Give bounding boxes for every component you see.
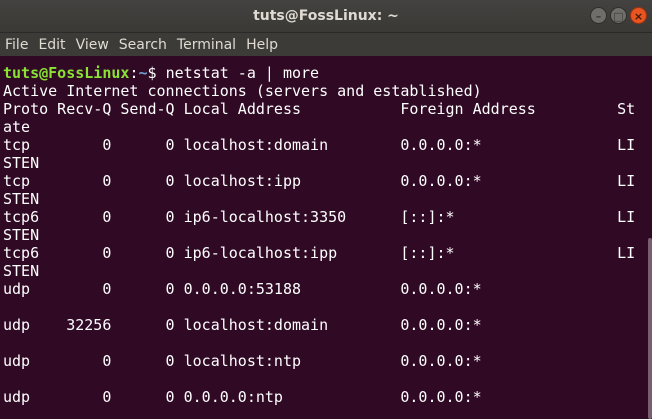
- prompt-user: tuts@FossLinux: [3, 64, 130, 82]
- output-line: STEN: [3, 190, 40, 208]
- output-line: udp 32256 0 localhost:domain 0.0.0.0:*: [3, 316, 482, 334]
- output-line: tcp6 0 0 ip6-localhost:ipp [::]:* LI: [3, 244, 636, 262]
- minimize-button[interactable]: –: [590, 7, 607, 24]
- menu-view[interactable]: View: [76, 37, 109, 53]
- output-line: tcp 0 0 localhost:domain 0.0.0.0:* LI: [3, 136, 636, 154]
- prompt-line: tuts@FossLinux:~$ netstat -a | more: [3, 64, 640, 82]
- prompt-path: ~: [138, 64, 148, 82]
- prompt-symbol: $: [147, 64, 166, 82]
- window-title: tuts@FossLinux: ~: [253, 8, 399, 24]
- output-line: Proto Recv-Q Send-Q Local Address Foreig…: [3, 100, 636, 118]
- output-line: udp 0 0 0.0.0.0:ntp 0.0.0.0:*: [3, 388, 482, 406]
- menu-edit[interactable]: Edit: [38, 37, 65, 53]
- terminal-output[interactable]: tuts@FossLinux:~$ netstat -a | more Acti…: [3, 64, 640, 419]
- output-line: STEN: [3, 262, 40, 280]
- output-line: tcp 0 0 localhost:ipp 0.0.0.0:* LI: [3, 172, 636, 190]
- window-controls: – □ ×: [590, 7, 647, 24]
- output-line: ate: [3, 118, 31, 136]
- menu-terminal[interactable]: Terminal: [177, 37, 236, 53]
- output-line: STEN: [3, 154, 40, 172]
- output-line: STEN: [3, 226, 40, 244]
- output-line: Active Internet connections (servers and…: [3, 82, 482, 100]
- output-line: udp 0 0 localhost:ntp 0.0.0.0:*: [3, 352, 482, 370]
- menu-bar: File Edit View Search Terminal Help: [0, 33, 652, 56]
- scrollbar-thumb[interactable]: [648, 238, 652, 419]
- menu-help[interactable]: Help: [246, 37, 278, 53]
- output-line: udp 0 0 0.0.0.0:53188 0.0.0.0:*: [3, 280, 482, 298]
- terminal-window: tuts@FossLinux: ~ – □ × File Edit View S…: [0, 0, 652, 419]
- command-text: netstat -a | more: [165, 64, 320, 82]
- title-bar[interactable]: tuts@FossLinux: ~ – □ ×: [0, 0, 652, 33]
- maximize-button[interactable]: □: [610, 7, 627, 24]
- menu-file[interactable]: File: [5, 37, 28, 53]
- close-button[interactable]: ×: [630, 7, 647, 24]
- output-line: tcp6 0 0 ip6-localhost:3350 [::]:* LI: [3, 208, 636, 226]
- menu-search[interactable]: Search: [119, 37, 167, 53]
